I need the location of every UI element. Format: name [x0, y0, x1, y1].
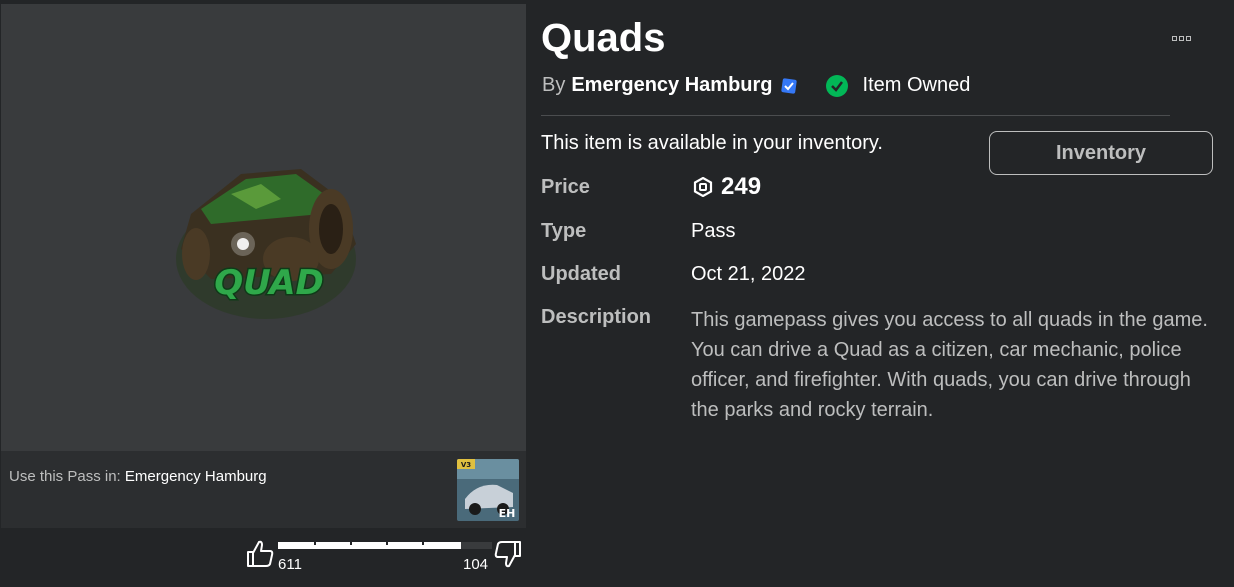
thumbs-down-icon[interactable]	[492, 538, 524, 570]
thumbs-up-icon[interactable]	[244, 538, 276, 570]
game-thumbnail[interactable]: V3 EH	[457, 459, 519, 521]
game-thumbnail-image: V3 EH	[457, 459, 519, 521]
vote-ratio-bar-down	[461, 542, 492, 549]
vote-ratio-bar	[278, 542, 461, 549]
availability-text: This item is available in your inventory…	[541, 132, 883, 154]
byline: By Emergency Hamburg Item Owned	[542, 74, 970, 97]
price-value: 249	[691, 173, 761, 201]
game-initials: EH	[499, 507, 516, 520]
item-owned-label: Item Owned	[862, 74, 971, 96]
inventory-button[interactable]: Inventory	[989, 131, 1213, 175]
type-label: Type	[541, 220, 587, 242]
creator-link[interactable]: Emergency Hamburg	[571, 74, 772, 97]
verified-badge-icon	[780, 77, 797, 94]
description-text: This gamepass gives you access to all qu…	[691, 309, 1208, 421]
by-label: By	[542, 74, 566, 96]
divider	[541, 115, 1170, 116]
price-amount: 249	[721, 173, 762, 200]
use-pass-bar: Use this Pass in: Emergency Hamburg V3 E…	[1, 451, 526, 528]
quad-art-text: QUAD	[214, 263, 324, 303]
robux-icon	[693, 177, 713, 197]
item-title: Quads	[541, 16, 666, 60]
price-label: Price	[541, 176, 590, 198]
updated-label: Updated	[541, 263, 621, 285]
upvote-count: 611	[278, 556, 302, 573]
game-badge: V3	[461, 461, 471, 469]
use-pass-label: Use this Pass in:	[9, 468, 121, 485]
updated-value: Oct 21, 2022	[691, 263, 806, 285]
more-options-icon[interactable]	[1168, 30, 1194, 46]
downvote-count: 104	[463, 556, 489, 573]
vote-section: 611 104	[244, 536, 526, 582]
game-link[interactable]: Emergency Hamburg	[125, 468, 267, 485]
quad-artwork: QUAD	[176, 169, 356, 319]
type-value: Pass	[691, 220, 736, 242]
item-thumbnail: QUAD	[1, 4, 526, 451]
description-label: Description	[541, 306, 652, 328]
check-circle-icon	[825, 74, 848, 97]
